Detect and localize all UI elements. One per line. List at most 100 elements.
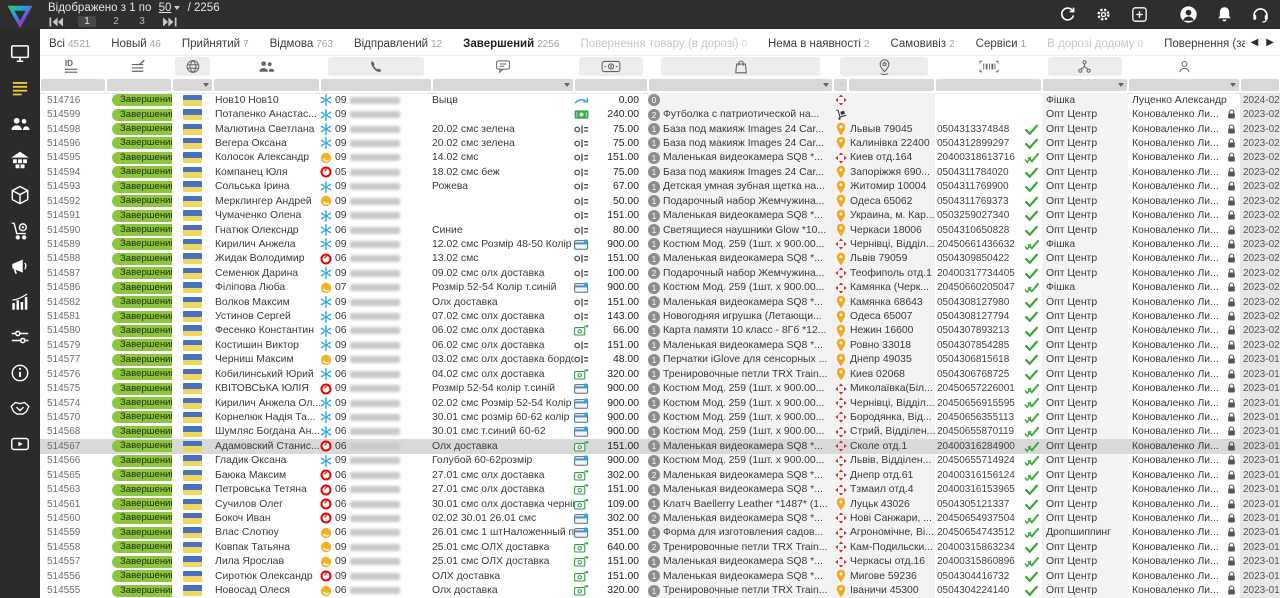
- col-phone-header[interactable]: [320, 56, 432, 77]
- table-row[interactable]: 514592ЗавершенийМерклингер Андрей0950.00…: [40, 194, 1280, 208]
- col-country-filter-input[interactable]: [173, 79, 212, 91]
- table-row[interactable]: 514563ЗавершенийПетровська Тетяна0627.01…: [40, 482, 1280, 496]
- nav-orders[interactable]: [9, 78, 31, 100]
- nav-tutorials[interactable]: [9, 433, 31, 455]
- page-number[interactable]: 2: [110, 16, 122, 27]
- table-row[interactable]: 514590ЗавершенийГнатюк Олексндр06Синие80…: [40, 223, 1280, 237]
- table-row[interactable]: 514565ЗавершенийБаюка Максим0627.01 смс …: [40, 468, 1280, 482]
- col-id-filter-input[interactable]: [41, 79, 105, 91]
- page-size-dropdown[interactable]: 50: [159, 2, 181, 14]
- col-date-filter-input[interactable]: [1241, 79, 1279, 91]
- col-address-filter-input[interactable]: [849, 79, 934, 91]
- add-widget-icon[interactable]: [1130, 5, 1149, 24]
- notifications-bell-icon[interactable]: [1215, 5, 1234, 24]
- tab-Всі[interactable]: Всі4521: [49, 29, 90, 56]
- table-row[interactable]: 514556ЗавершенийСиротюк Олександр09ОЛХ д…: [40, 569, 1280, 583]
- first-page-icon[interactable]: [48, 16, 64, 27]
- settings-gear-icon[interactable]: [1094, 5, 1113, 24]
- col-status-filter-input[interactable]: [107, 79, 171, 91]
- col-phone-filter-input[interactable]: [321, 79, 431, 91]
- col-ttn-filter-input[interactable]: [936, 79, 1041, 91]
- col-comment-filter-input[interactable]: [433, 79, 573, 91]
- nav-products[interactable]: [9, 184, 31, 206]
- col-products-filter-input[interactable]: [649, 79, 832, 91]
- table-row[interactable]: 514579ЗавершенийКостишин Виктор0906.02 с…: [40, 338, 1280, 352]
- col-client-header[interactable]: [213, 56, 320, 77]
- profile-avatar-icon[interactable]: [1179, 5, 1198, 24]
- table-row[interactable]: 514587ЗавершенийСеменюк Дарина0909.02 см…: [40, 266, 1280, 280]
- col-manager-filter-input[interactable]: [1129, 79, 1239, 91]
- tab-В дорозі додому[interactable]: В дорозі додому0: [1047, 29, 1143, 56]
- page-number[interactable]: 3: [136, 16, 148, 27]
- table-row[interactable]: 514570ЗавершенийКорнелюк Надія Та...0930…: [40, 410, 1280, 424]
- table-row[interactable]: 514598ЗавершенийМалютина Светлана0920.02…: [40, 122, 1280, 136]
- table-row[interactable]: 514560ЗавершенийБокоч Иван0902.02 30.01 …: [40, 511, 1280, 525]
- nav-dashboard[interactable]: [9, 42, 31, 64]
- table-row[interactable]: 514599ЗавершенийПотапенко Анастас...0924…: [40, 107, 1280, 121]
- col-source-header[interactable]: [1042, 56, 1128, 77]
- col-id-header[interactable]: ID: [40, 56, 106, 77]
- nav-statistics[interactable]: [9, 291, 31, 313]
- table-row[interactable]: 514567ЗавершенийАдамовский Станис...06Ол…: [40, 439, 1280, 453]
- table-row[interactable]: 514561ЗавершенийСучилов Олег0630.01 смс …: [40, 497, 1280, 511]
- tab-Новый[interactable]: Новый46: [111, 29, 161, 56]
- col-client-filter-input[interactable]: [214, 79, 319, 91]
- tab-Відмова[interactable]: Відмова763: [270, 29, 333, 56]
- nav-info[interactable]: [9, 362, 31, 384]
- nav-partners[interactable]: [9, 397, 31, 419]
- table-row[interactable]: 514586ЗавершенийФіліпова Люба07Розмір 52…: [40, 280, 1280, 294]
- table-row[interactable]: 514558ЗавершенийКовпак Татьяна0925.01 см…: [40, 540, 1280, 554]
- table-row[interactable]: 514580ЗавершенийФесенко Константин0606.0…: [40, 324, 1280, 338]
- table-row[interactable]: 514716ЗавершенийНов10 Нов1009Выцв0.000Фі…: [40, 93, 1280, 107]
- table-row[interactable]: 514566ЗавершенийГладик Оксана09Голубой 6…: [40, 454, 1280, 468]
- col-date-header[interactable]: [1240, 56, 1280, 77]
- table-row[interactable]: 514568ЗавершенийШумляс Богдана Ан...0630…: [40, 425, 1280, 439]
- tab-Відправлений[interactable]: Відправлений12: [354, 29, 442, 56]
- app-logo[interactable]: [5, 2, 35, 28]
- table-row[interactable]: 514576ЗавершенийКобилинський Юрий0604.02…: [40, 367, 1280, 381]
- table-row[interactable]: 514555ЗавершенийНовосад Олеся06Олх доста…: [40, 583, 1280, 597]
- tab-Прийнятий[interactable]: Прийнятий7: [182, 29, 249, 56]
- nav-integrations[interactable]: [9, 326, 31, 348]
- page-number[interactable]: 1: [78, 16, 96, 27]
- table-row[interactable]: 514559ЗавершенийВлас Слотюу0626.01 смс 1…: [40, 526, 1280, 540]
- table-row[interactable]: 514594ЗавершенийКомпанец Юля0518.02 смс …: [40, 165, 1280, 179]
- table-row[interactable]: 514577ЗавершенийЧерниш Максим0903.02 смс…: [40, 353, 1280, 367]
- refresh-icon[interactable]: [1058, 5, 1077, 24]
- nav-clients[interactable]: [9, 113, 31, 135]
- nav-purchases[interactable]: [9, 220, 31, 242]
- support-headset-icon[interactable]: [1251, 5, 1270, 24]
- col-products-header[interactable]: [648, 56, 833, 77]
- col-payment-header[interactable]: [574, 56, 648, 77]
- col-address-filter-dropdown[interactable]: [834, 79, 847, 91]
- table-row[interactable]: 514589ЗавершенийКирилич Анжела0912.02 см…: [40, 237, 1280, 251]
- table-row[interactable]: 514575ЗавершенийКВІТОВСЬКА ЮЛІЯ09Розмір …: [40, 381, 1280, 395]
- table-row[interactable]: 514595ЗавершенийКолосок Александр0914.02…: [40, 151, 1280, 165]
- tab-scroll-right-icon[interactable]: ▶: [1266, 37, 1274, 48]
- col-manager-header[interactable]: [1128, 56, 1240, 77]
- tab-scroll-left-icon[interactable]: ◀: [1251, 37, 1259, 48]
- table-row[interactable]: 514596ЗавершенийВегера Оксана0920.02 смс…: [40, 136, 1280, 150]
- tab-Сервіси[interactable]: Сервіси1: [976, 29, 1027, 56]
- nav-marketing[interactable]: [9, 255, 31, 277]
- tab-Самовивіз[interactable]: Самовивіз2: [890, 29, 954, 56]
- col-address-header[interactable]: [833, 56, 935, 77]
- col-status-header[interactable]: [106, 56, 172, 77]
- col-country-header[interactable]: [172, 56, 213, 77]
- table-row[interactable]: 514591ЗавершенийЧумаченко Олена09151.001…: [40, 208, 1280, 222]
- last-page-icon[interactable]: [162, 16, 178, 27]
- table-row[interactable]: 514557ЗавершенийЛила Ярослав0925.01 смс …: [40, 555, 1280, 569]
- nav-warehouse[interactable]: [9, 149, 31, 171]
- table-row[interactable]: 514574ЗавершенийКирилич Анжела Ол...0902…: [40, 396, 1280, 410]
- table-row[interactable]: 514581ЗавершенийУстинов Сергей0607.02 см…: [40, 309, 1280, 323]
- table-row[interactable]: 514582ЗавершенийВолков Максим09Олх доста…: [40, 295, 1280, 309]
- table-row[interactable]: 514593ЗавершенийСольська Ірина09Рожева67…: [40, 180, 1280, 194]
- col-source-filter-input[interactable]: [1043, 79, 1127, 91]
- table-row[interactable]: 514588ЗавершенийЖидак Володимир0613.02 с…: [40, 252, 1280, 266]
- tab-Повернення товару (в дорозі)[interactable]: Повернення товару (в дорозі)0: [580, 29, 747, 56]
- tab-Нема в наявності[interactable]: Нема в наявності2: [768, 29, 869, 56]
- col-comment-header[interactable]: [432, 56, 574, 77]
- tab-Завершений[interactable]: Завершений2256: [463, 29, 559, 56]
- col-payment-filter-input[interactable]: [575, 79, 647, 91]
- col-ttn-header[interactable]: [935, 56, 1042, 77]
